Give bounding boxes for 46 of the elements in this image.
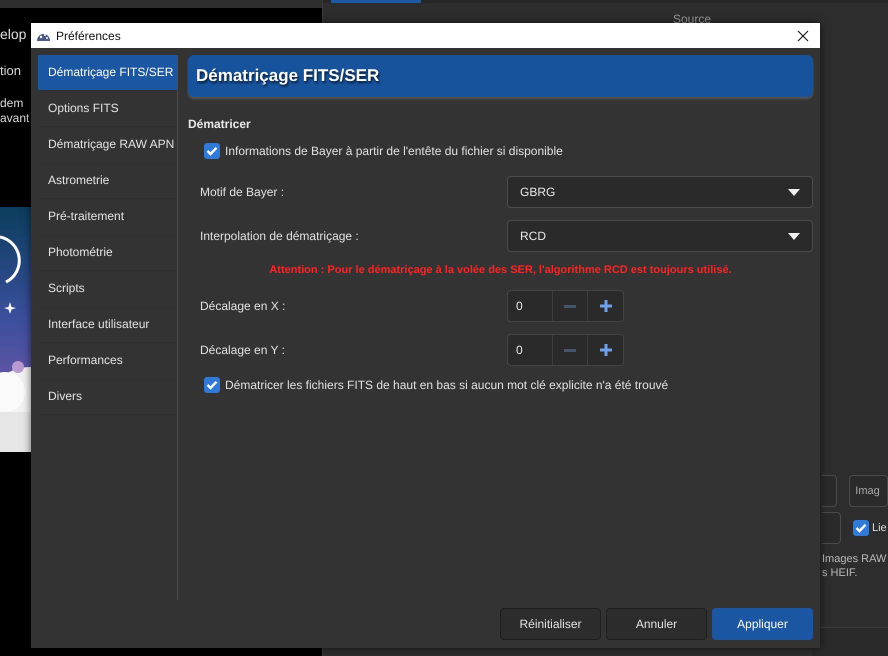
caret-icon: [788, 188, 800, 196]
input-field[interactable]: [822, 475, 838, 507]
sidebar-item[interactable]: Options FITS: [38, 91, 177, 127]
plus-icon: [600, 300, 612, 312]
checkbox-label: Informations de Bayer à partir de l'entête du fichier si disponible: [225, 144, 563, 158]
window-title: Préférences: [56, 28, 122, 42]
field-label: Décalage en X :: [199, 299, 286, 313]
sidebar-item[interactable]: Astrometrie: [38, 163, 177, 199]
close-icon: [797, 30, 809, 42]
plus-icon: [600, 344, 612, 356]
checkbox[interactable]: [204, 143, 220, 159]
sidebar-item[interactable]: Scripts: [38, 271, 177, 307]
checkbox-label: Dématricer les fichiers FITS de haut en bas si aucun mot clé explicite n'a été trouvé: [225, 378, 668, 392]
dropdown[interactable]: GBRG: [507, 176, 813, 208]
sidebar-item[interactable]: Performances: [38, 343, 177, 379]
caret-icon: [788, 232, 800, 240]
panel-text: dem: [0, 96, 24, 111]
panel-text: elop: [0, 26, 26, 42]
dialog-button[interactable]: Annuler: [606, 608, 707, 640]
sidebar-item[interactable]: Photométrie: [38, 235, 177, 271]
section-title: Dématricer: [188, 116, 252, 132]
panel-text: avant: [0, 111, 30, 126]
column-header: Source: [673, 13, 712, 25]
sidebar-item[interactable]: Pré-traitement: [38, 199, 177, 235]
sidebar-item[interactable]: Interface utilisateur: [38, 307, 177, 343]
dialog-button[interactable]: Appliquer: [712, 608, 813, 640]
checkbox-label: Lie: [872, 522, 887, 534]
sidebar-item[interactable]: Divers: [38, 379, 177, 415]
field-label: Motif de Bayer :: [199, 185, 286, 199]
field-label: Interpolation de dématriçage :: [199, 229, 360, 243]
checkbox[interactable]: [853, 520, 869, 536]
minus-icon: [564, 304, 576, 308]
note-text: s HEIF.: [822, 566, 858, 580]
checkbox[interactable]: [204, 377, 220, 393]
page-heading: Dématriçage FITS/SER: [188, 55, 813, 97]
minus-icon: [564, 348, 576, 352]
dropdown[interactable]: RCD: [507, 220, 813, 252]
note-text: Images RAW: [822, 552, 886, 566]
input-field[interactable]: Imag: [849, 475, 888, 507]
warning-text: Attention : Pour le dématriçage à la volée des SER, l'algorithme RCD est toujours utilisé.: [268, 263, 733, 278]
sidebar-item[interactable]: Dématriçage FITS/SER: [38, 55, 177, 91]
sidebar-item[interactable]: Dématriçage RAW APN: [38, 127, 177, 163]
panel-text: tion: [0, 63, 21, 78]
dialog-button[interactable]: Réinitialiser: [500, 608, 601, 640]
input-field[interactable]: [822, 512, 841, 544]
field-label: Décalage en Y :: [199, 343, 286, 357]
